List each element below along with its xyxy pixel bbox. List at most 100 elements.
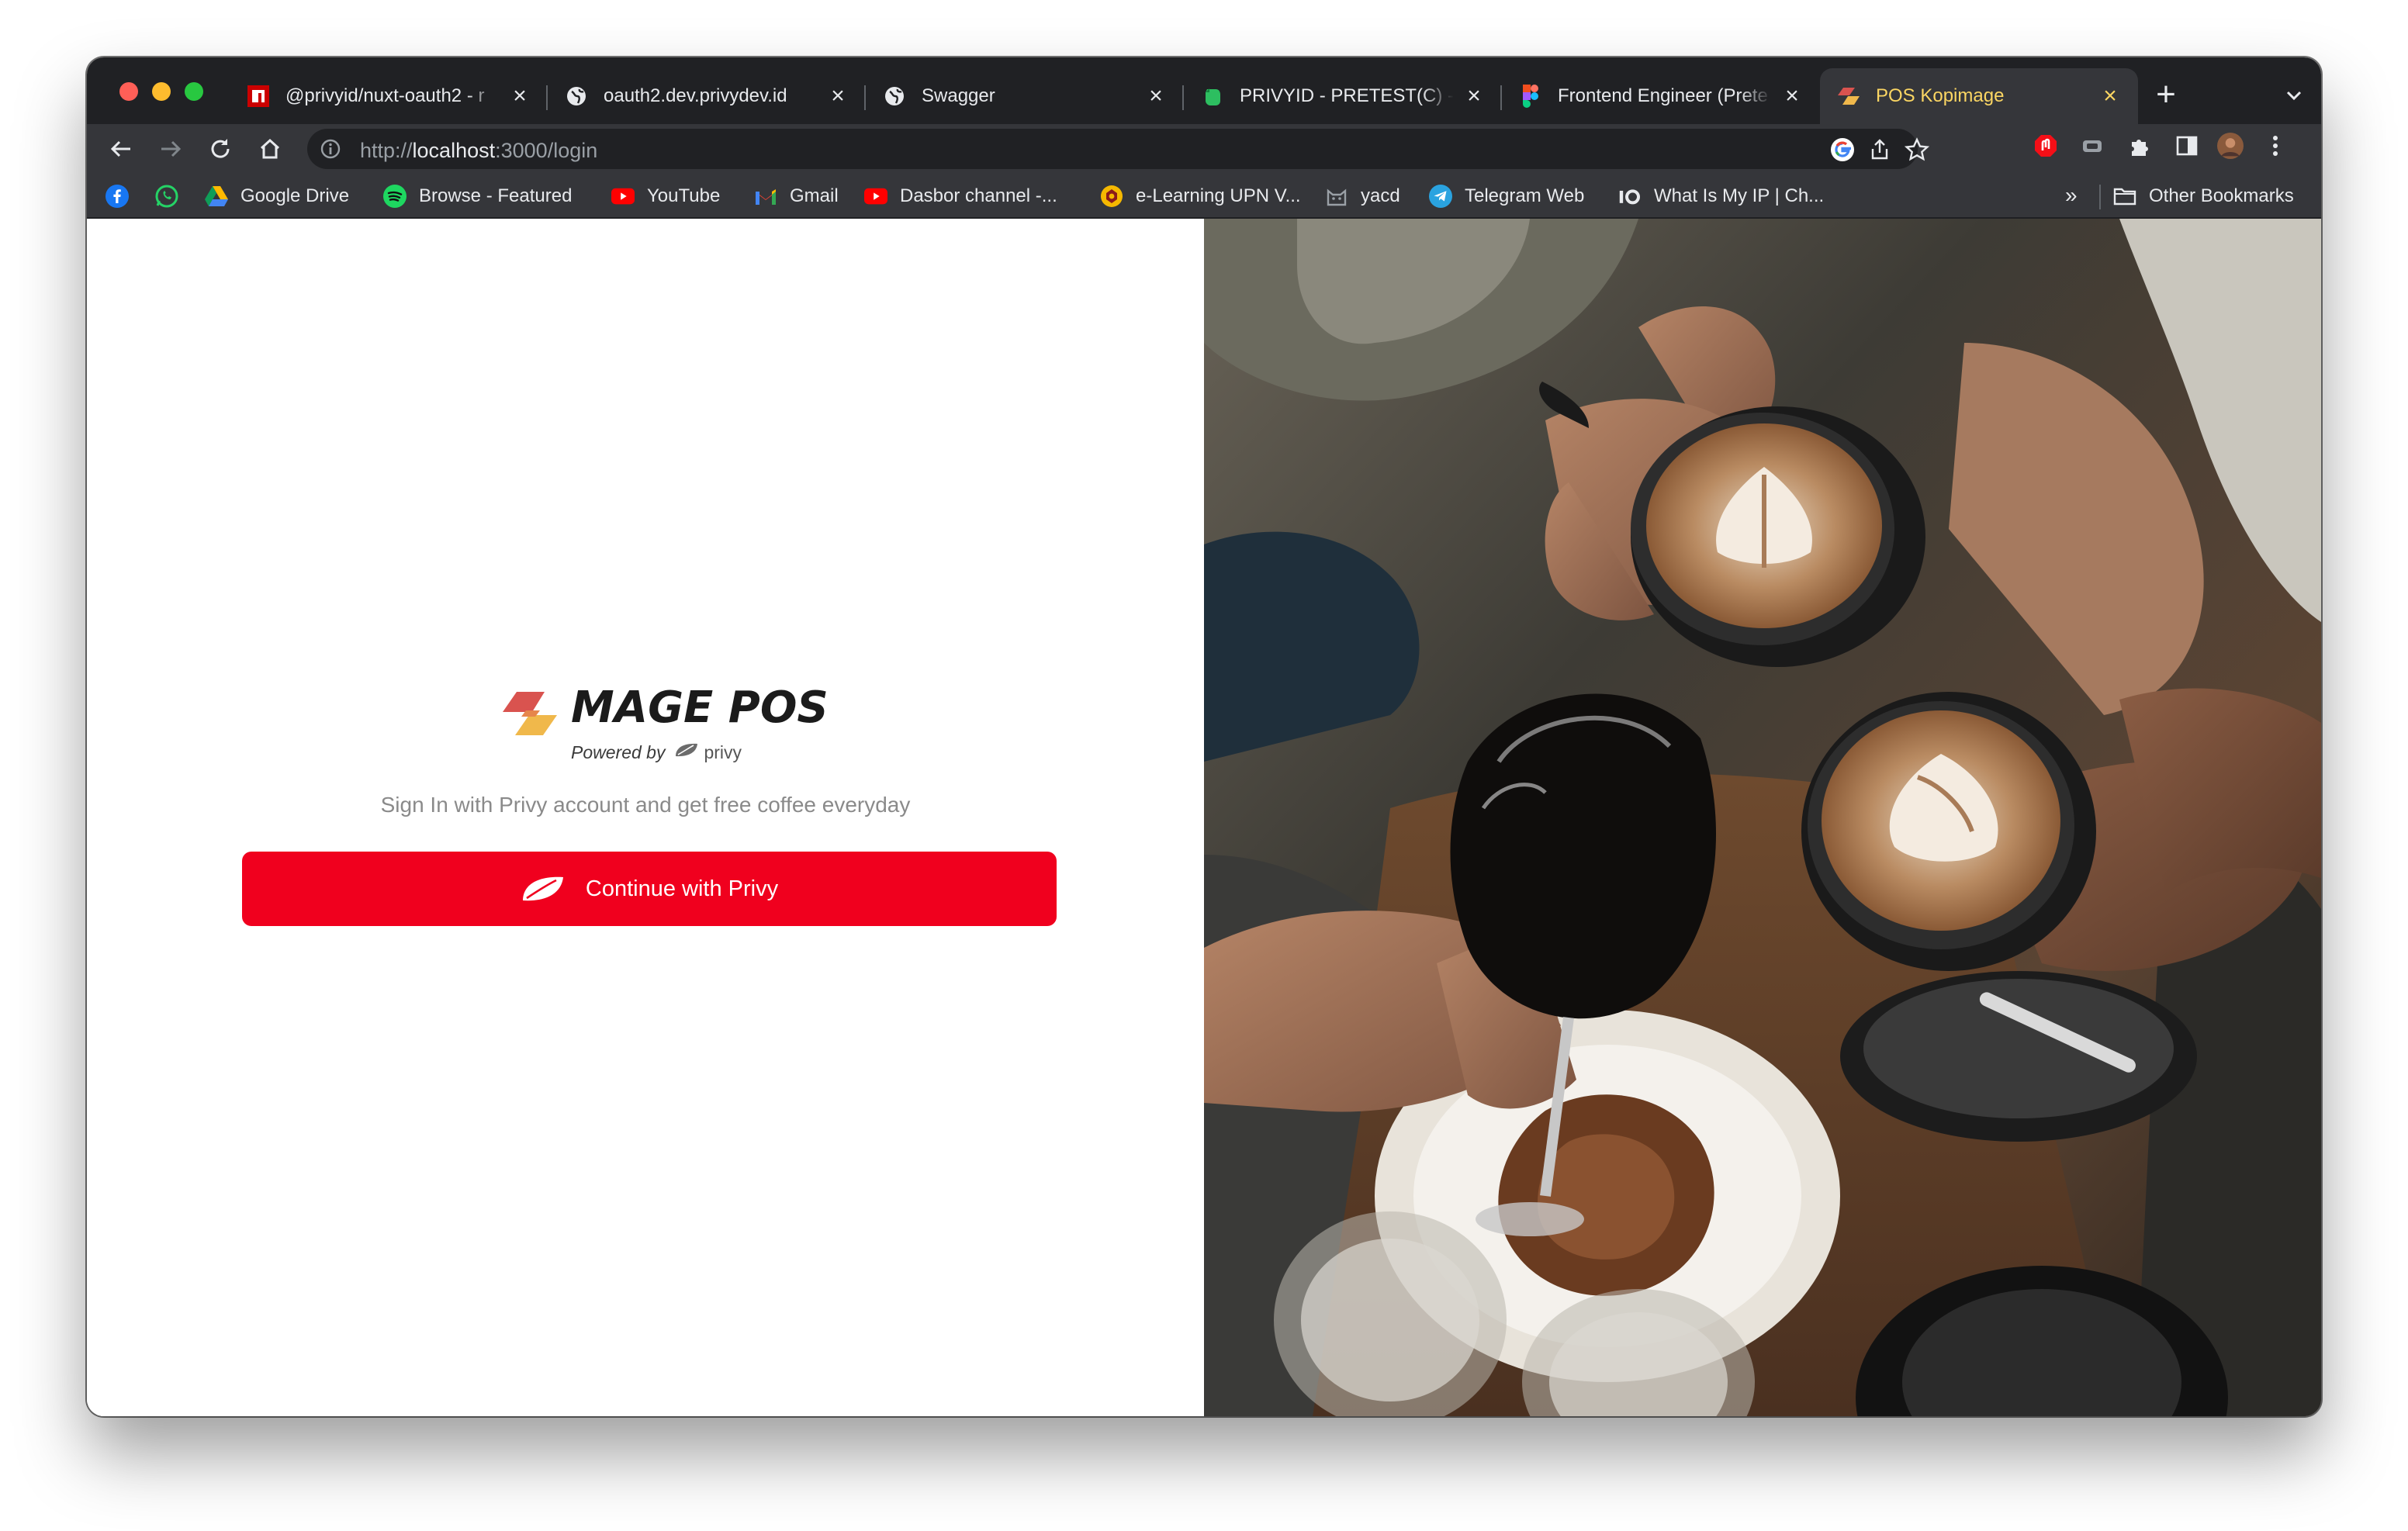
- bookmarks-overflow-chevron[interactable]: »: [2065, 183, 2078, 208]
- continue-with-privy-button[interactable]: Continue with Privy: [242, 852, 1057, 926]
- youtube-icon: [864, 185, 887, 208]
- close-tab-icon[interactable]: ×: [1463, 85, 1485, 108]
- telegram-icon: [1429, 185, 1452, 208]
- zoom-window-button[interactable]: [185, 82, 203, 101]
- window-controls: [119, 82, 203, 101]
- browser-window: @privyid/nuxt-oauth2 - r × oauth2.dev.pr…: [87, 57, 2321, 1416]
- bookmark-label: yacd: [1361, 185, 1400, 206]
- forward-button[interactable]: [154, 132, 188, 166]
- tab-strip: @privyid/nuxt-oauth2 - r × oauth2.dev.pr…: [87, 57, 2321, 124]
- tab-title: PRIVYID - PRETEST(C) - E: [1240, 85, 1454, 106]
- bookmark-label: Google Drive: [240, 185, 350, 206]
- address-bar[interactable]: http://localhost:3000/login: [307, 129, 1929, 169]
- tab-frontend-engineer[interactable]: Frontend Engineer (Prete ×: [1502, 68, 1820, 124]
- bookmark-label: e-Learning UPN V...: [1136, 185, 1301, 206]
- bookmark-facebook[interactable]: [106, 181, 129, 211]
- facebook-icon: [106, 185, 129, 208]
- bookmark-label: Telegram Web: [1465, 185, 1585, 206]
- powered-by-label: Powered by: [571, 741, 666, 762]
- globe-icon: [883, 85, 906, 108]
- close-tab-icon[interactable]: ×: [2099, 85, 2121, 108]
- gmail-icon: [754, 185, 777, 208]
- youtube-icon: [611, 185, 635, 208]
- tab-title: POS Kopimage: [1876, 85, 2005, 106]
- tab-pos-kopimage[interactable]: POS Kopimage ×: [1820, 68, 2138, 124]
- url-text: http://localhost:3000/login: [360, 139, 598, 162]
- spotify-icon: [383, 185, 407, 208]
- bookmark-youtube[interactable]: YouTube: [611, 181, 720, 211]
- tab-search-icon[interactable]: [2284, 85, 2304, 105]
- bookmark-label: What Is My IP | Ch...: [1654, 185, 1825, 206]
- evernote-icon: [1201, 85, 1224, 108]
- bookmark-google-drive[interactable]: Google Drive: [205, 181, 349, 211]
- bookmark-gmail[interactable]: Gmail: [754, 181, 839, 211]
- bookmark-spotify[interactable]: Browse - Featured: [383, 181, 572, 211]
- close-window-button[interactable]: [119, 82, 138, 101]
- globe-icon: [565, 85, 588, 108]
- folder-icon: [2113, 185, 2136, 208]
- mage-pos-logo-icon: [500, 690, 559, 737]
- extensions-puzzle-icon[interactable]: [2127, 133, 2154, 159]
- close-tab-icon[interactable]: ×: [1781, 85, 1803, 108]
- minimize-window-button[interactable]: [152, 82, 171, 101]
- bookmarks-divider: [2099, 185, 2101, 209]
- hero-coffee-photo: [1204, 219, 2321, 1416]
- back-button[interactable]: [104, 132, 138, 166]
- privy-mini-logo: privy: [674, 741, 742, 763]
- google-drive-icon: [205, 185, 228, 208]
- privy-leaf-icon: [521, 873, 566, 905]
- reload-button[interactable]: [203, 132, 237, 166]
- tab-title: oauth2.dev.privydev.id: [604, 85, 787, 106]
- figma-icon: [1519, 85, 1542, 108]
- bookmark-label: Dasbor channel -...: [900, 185, 1057, 206]
- ip-icon: [1618, 185, 1642, 208]
- new-tab-button[interactable]: +: [2149, 78, 2183, 112]
- bookmark-label: Other Bookmarks: [2149, 185, 2294, 206]
- adblock-extension-icon[interactable]: [2033, 133, 2059, 159]
- close-tab-icon[interactable]: ×: [509, 85, 531, 108]
- brand-block: MAGE POS Powered by privy: [500, 683, 829, 769]
- google-icon[interactable]: [1829, 137, 1856, 163]
- share-icon[interactable]: [1867, 137, 1893, 163]
- cat-icon: [1325, 185, 1348, 208]
- brand-name: MAGE POS: [571, 683, 829, 733]
- tab-swagger[interactable]: Swagger ×: [866, 68, 1184, 124]
- bookmark-label: Gmail: [790, 185, 839, 206]
- continue-with-privy-label: Continue with Privy: [585, 876, 779, 901]
- privy-wordmark: privy: [704, 741, 742, 762]
- bookmark-label: YouTube: [647, 185, 721, 206]
- extension-badge-icon[interactable]: [2079, 133, 2105, 159]
- bookmark-dasbor-channel[interactable]: Dasbor channel -...: [864, 181, 1057, 211]
- site-info-icon[interactable]: [320, 138, 341, 160]
- profile-avatar[interactable]: [2217, 133, 2244, 159]
- upn-icon: [1100, 185, 1123, 208]
- tab-title: @privyid/nuxt-oauth2 - r: [285, 85, 485, 106]
- tab-title: Frontend Engineer (Prete: [1558, 85, 1768, 106]
- signin-tagline: Sign In with Privy account and get free …: [380, 793, 911, 817]
- tab-oauth2-dev[interactable]: oauth2.dev.privydev.id ×: [548, 68, 866, 124]
- toolbar: http://localhost:3000/login: [87, 124, 2321, 174]
- chrome-menu-icon[interactable]: [2262, 133, 2289, 159]
- bookmark-label: Browse - Featured: [419, 185, 573, 206]
- bookmark-what-is-my-ip[interactable]: What Is My IP | Ch...: [1618, 181, 1824, 211]
- bookmark-telegram-web[interactable]: Telegram Web: [1429, 181, 1584, 211]
- npm-icon: [247, 85, 270, 108]
- page-viewport: MAGE POS Powered by privy Sign In with P…: [87, 219, 2321, 1416]
- bookmark-star-icon[interactable]: [1904, 137, 1930, 163]
- coffee-toast-illustration: [1204, 219, 2321, 1416]
- tab-nuxt-oauth2[interactable]: @privyid/nuxt-oauth2 - r ×: [230, 68, 548, 124]
- home-button[interactable]: [253, 132, 287, 166]
- close-tab-icon[interactable]: ×: [827, 85, 849, 108]
- whatsapp-icon: [155, 185, 178, 208]
- bookmark-yacd[interactable]: yacd: [1325, 181, 1400, 211]
- bookmark-whatsapp[interactable]: [155, 181, 178, 211]
- bookmark-elearning-upn[interactable]: e-Learning UPN V...: [1100, 181, 1301, 211]
- powered-by-line: Powered by privy: [571, 741, 742, 763]
- login-panel: MAGE POS Powered by privy Sign In with P…: [87, 219, 1204, 1416]
- other-bookmarks-folder[interactable]: Other Bookmarks: [2113, 181, 2294, 211]
- privy-leaf-icon: [674, 741, 699, 763]
- side-panel-icon[interactable]: [2174, 133, 2200, 159]
- mage-pos-icon: [1837, 85, 1860, 108]
- tab-privyid-pretest[interactable]: PRIVYID - PRETEST(C) - E ×: [1184, 68, 1502, 124]
- close-tab-icon[interactable]: ×: [1145, 85, 1167, 108]
